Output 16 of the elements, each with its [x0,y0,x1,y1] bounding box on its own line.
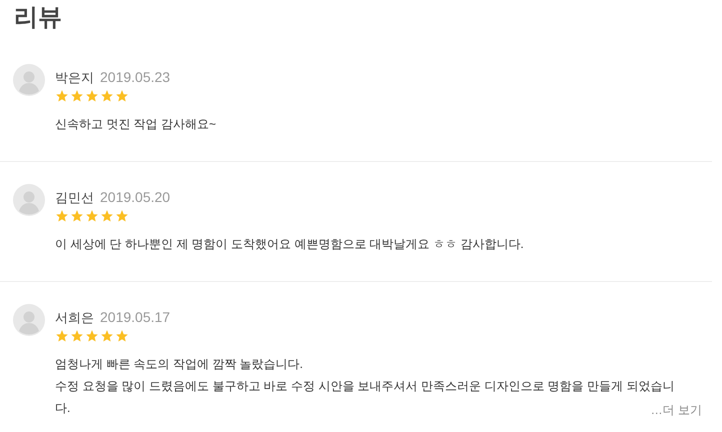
review-text: 엄청나게 빠른 속도의 작업에 깜짝 놀랐습니다. [55,356,304,373]
review-text: 이 세상에 단 하나뿐인 제 명함이 도착했어요 예쁜명함으로 대박날게요 ㅎㅎ 감사합니다. [55,236,524,253]
avatar-icon [13,184,45,216]
reviewer-name: 박은지 [55,70,94,86]
review-date: 2019.05.23 [100,69,170,85]
avatar-icon [13,64,45,96]
avatar-icon [13,304,45,336]
review-text: 다. [55,400,70,417]
review-text: 신속하고 멋진 작업 감사해요~ [55,116,216,133]
review-date: 2019.05.20 [100,189,170,205]
review-text: 수정 요청을 많이 드렸음에도 불구하고 바로 수정 시안을 보내주셔서 만족스러운 디자인으로 명함을 만들게 되었습니 [55,378,674,395]
reviewer-name: 김민선 [55,190,94,206]
review-date: 2019.05.17 [100,309,170,325]
more-link[interactable]: …더 보기 [650,401,702,419]
section-title: 리뷰 [13,3,63,33]
reviewer-name: 서희은 [55,310,94,326]
